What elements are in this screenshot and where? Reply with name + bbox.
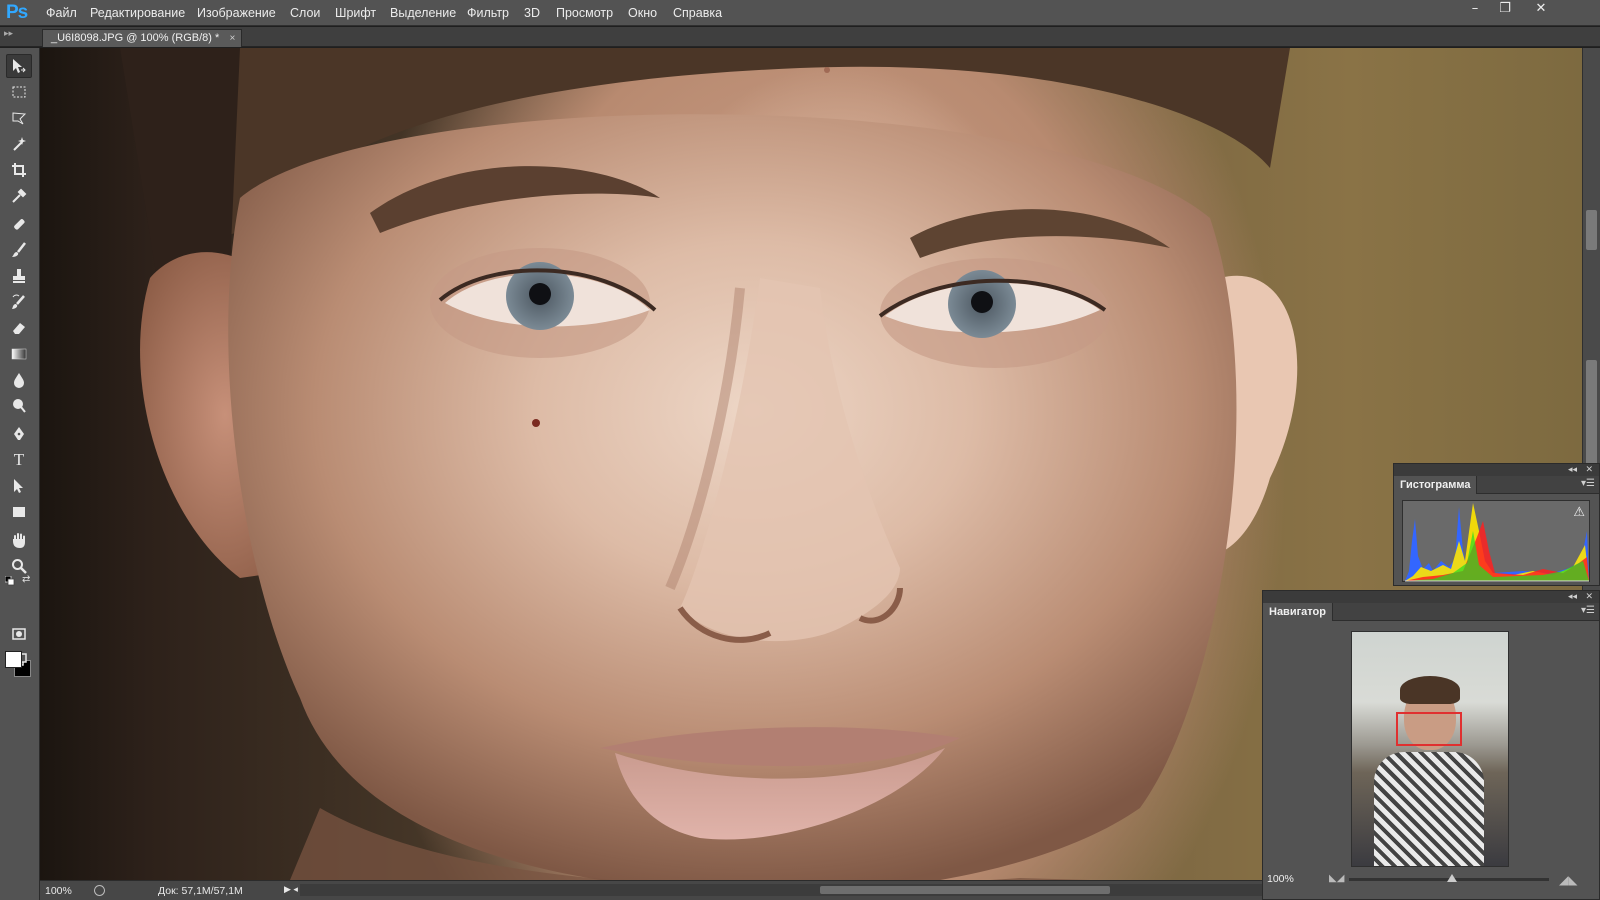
navigator-tab-row: Навигатор ▾☰ — [1263, 603, 1599, 621]
menu-edit[interactable]: Редактирование — [90, 6, 185, 20]
foreground-color-swatch[interactable] — [5, 651, 22, 668]
zoom-out-icon[interactable]: ◣◢ — [1329, 873, 1344, 884]
hand-icon[interactable] — [6, 528, 32, 552]
menu-image[interactable]: Изображение — [197, 6, 276, 20]
panel-menu-icon[interactable]: ▾☰ — [1581, 478, 1595, 489]
status-zoom-level[interactable]: 100% — [45, 885, 72, 897]
navigator-shirt-shape — [1374, 752, 1484, 866]
tab-histogram[interactable]: Гистограмма — [1394, 476, 1478, 494]
dodge-icon[interactable] — [6, 394, 32, 418]
history-brush-icon[interactable] — [6, 290, 32, 314]
collapse-navigator-icon[interactable]: ◂◂ — [1568, 591, 1577, 603]
close-panel-icon[interactable]: ✕ — [1585, 464, 1593, 476]
menu-help[interactable]: Справка — [673, 6, 722, 20]
status-doc-size: Док: 57,1M/57,1M — [158, 885, 243, 897]
histogram-graph: ⚠ — [1402, 500, 1590, 582]
zoom-in-icon[interactable]: ◢◣ — [1559, 873, 1577, 887]
menu-select[interactable]: Выделение — [390, 6, 456, 20]
navigator-panel: ◂◂ ✕ Навигатор ▾☰ 100% ◣◢ ◢◣ — [1262, 590, 1600, 900]
menu-3d[interactable]: 3D — [524, 6, 540, 20]
menu-filter[interactable]: Фильтр — [467, 6, 509, 20]
menu-layers[interactable]: Слои — [290, 6, 320, 20]
horizontal-scroll-thumb[interactable] — [820, 886, 1110, 894]
panel-grip-icon[interactable]: ▸▸ — [4, 29, 13, 39]
eraser-icon[interactable] — [6, 316, 32, 340]
magic-wand-icon[interactable] — [6, 132, 32, 156]
vertical-scroll-thumb[interactable] — [1586, 210, 1597, 250]
type-icon[interactable]: T — [6, 448, 32, 472]
navigator-view-rectangle[interactable] — [1396, 712, 1462, 746]
minimize-button[interactable]: – — [1462, 0, 1488, 18]
rect-marquee-icon[interactable] — [6, 80, 32, 104]
histogram-panel: ◂◂ ✕ Гистограмма ▾☰ ⚠ — [1393, 463, 1600, 586]
eyedropper-icon[interactable] — [6, 184, 32, 208]
type-tool-glyph: T — [13, 450, 25, 469]
blur-icon[interactable] — [6, 368, 32, 392]
collapse-panel-icon[interactable]: ◂◂ — [1568, 464, 1577, 476]
navigator-slider-knob[interactable] — [1447, 874, 1457, 882]
navigator-hair-shape — [1400, 676, 1460, 704]
menu-window[interactable]: Окно — [628, 6, 657, 20]
menu-view[interactable]: Просмотр — [556, 6, 613, 20]
histogram-panel-header: ◂◂ ✕ — [1394, 464, 1599, 476]
navigator-zoom-slider[interactable] — [1349, 874, 1549, 882]
menu-type[interactable]: Шрифт — [335, 6, 376, 20]
close-navigator-icon[interactable]: ✕ — [1585, 591, 1593, 603]
histogram-curves — [1405, 503, 1589, 582]
close-window-button[interactable]: ✕ — [1528, 0, 1554, 18]
menu-file[interactable]: Файл — [46, 6, 77, 20]
navigator-thumbnail[interactable] — [1351, 631, 1509, 867]
tools-panel: T ⇄ — [0, 48, 40, 900]
navigator-zoom-level[interactable]: 100% — [1267, 873, 1294, 885]
path-select-icon[interactable] — [6, 474, 32, 498]
horizontal-scrollbar[interactable] — [300, 884, 1290, 896]
gradient-icon[interactable] — [6, 342, 32, 366]
brush-icon[interactable] — [6, 238, 32, 262]
navigator-menu-icon[interactable]: ▾☰ — [1581, 605, 1595, 616]
crop-icon[interactable] — [6, 158, 32, 182]
status-menu-arrow-icon[interactable]: ▶ ◂ — [284, 884, 298, 895]
pen-icon[interactable] — [6, 422, 32, 446]
healing-brush-icon[interactable] — [6, 212, 32, 236]
default-colors-icon[interactable] — [4, 575, 15, 586]
tab-navigator[interactable]: Навигатор — [1263, 603, 1333, 621]
move-icon[interactable] — [6, 54, 32, 78]
photoshop-logo: Ps — [6, 2, 28, 23]
document-tab[interactable]: _U6I8098.JPG @ 100% (RGB/8) * × — [42, 29, 243, 47]
clone-stamp-icon[interactable] — [6, 264, 32, 288]
swap-colors-icon[interactable]: ⇄ — [22, 574, 34, 586]
document-tab-title: _U6I8098.JPG @ 100% (RGB/8) * — [51, 32, 220, 44]
lasso-icon[interactable] — [6, 106, 32, 130]
quick-mask-icon[interactable] — [6, 622, 32, 646]
status-info-icon[interactable] — [94, 885, 105, 896]
restore-button[interactable]: ❐ — [1492, 0, 1518, 18]
close-tab-icon[interactable]: × — [229, 30, 235, 47]
rectangle-icon[interactable] — [6, 500, 32, 524]
histogram-tab-row: Гистограмма ▾☰ — [1394, 476, 1599, 494]
navigator-panel-header: ◂◂ ✕ — [1263, 591, 1599, 603]
histogram-warning-icon[interactable]: ⚠ — [1573, 505, 1585, 520]
menu-bar: Ps Файл Редактирование Изображение Слои … — [0, 0, 1600, 26]
